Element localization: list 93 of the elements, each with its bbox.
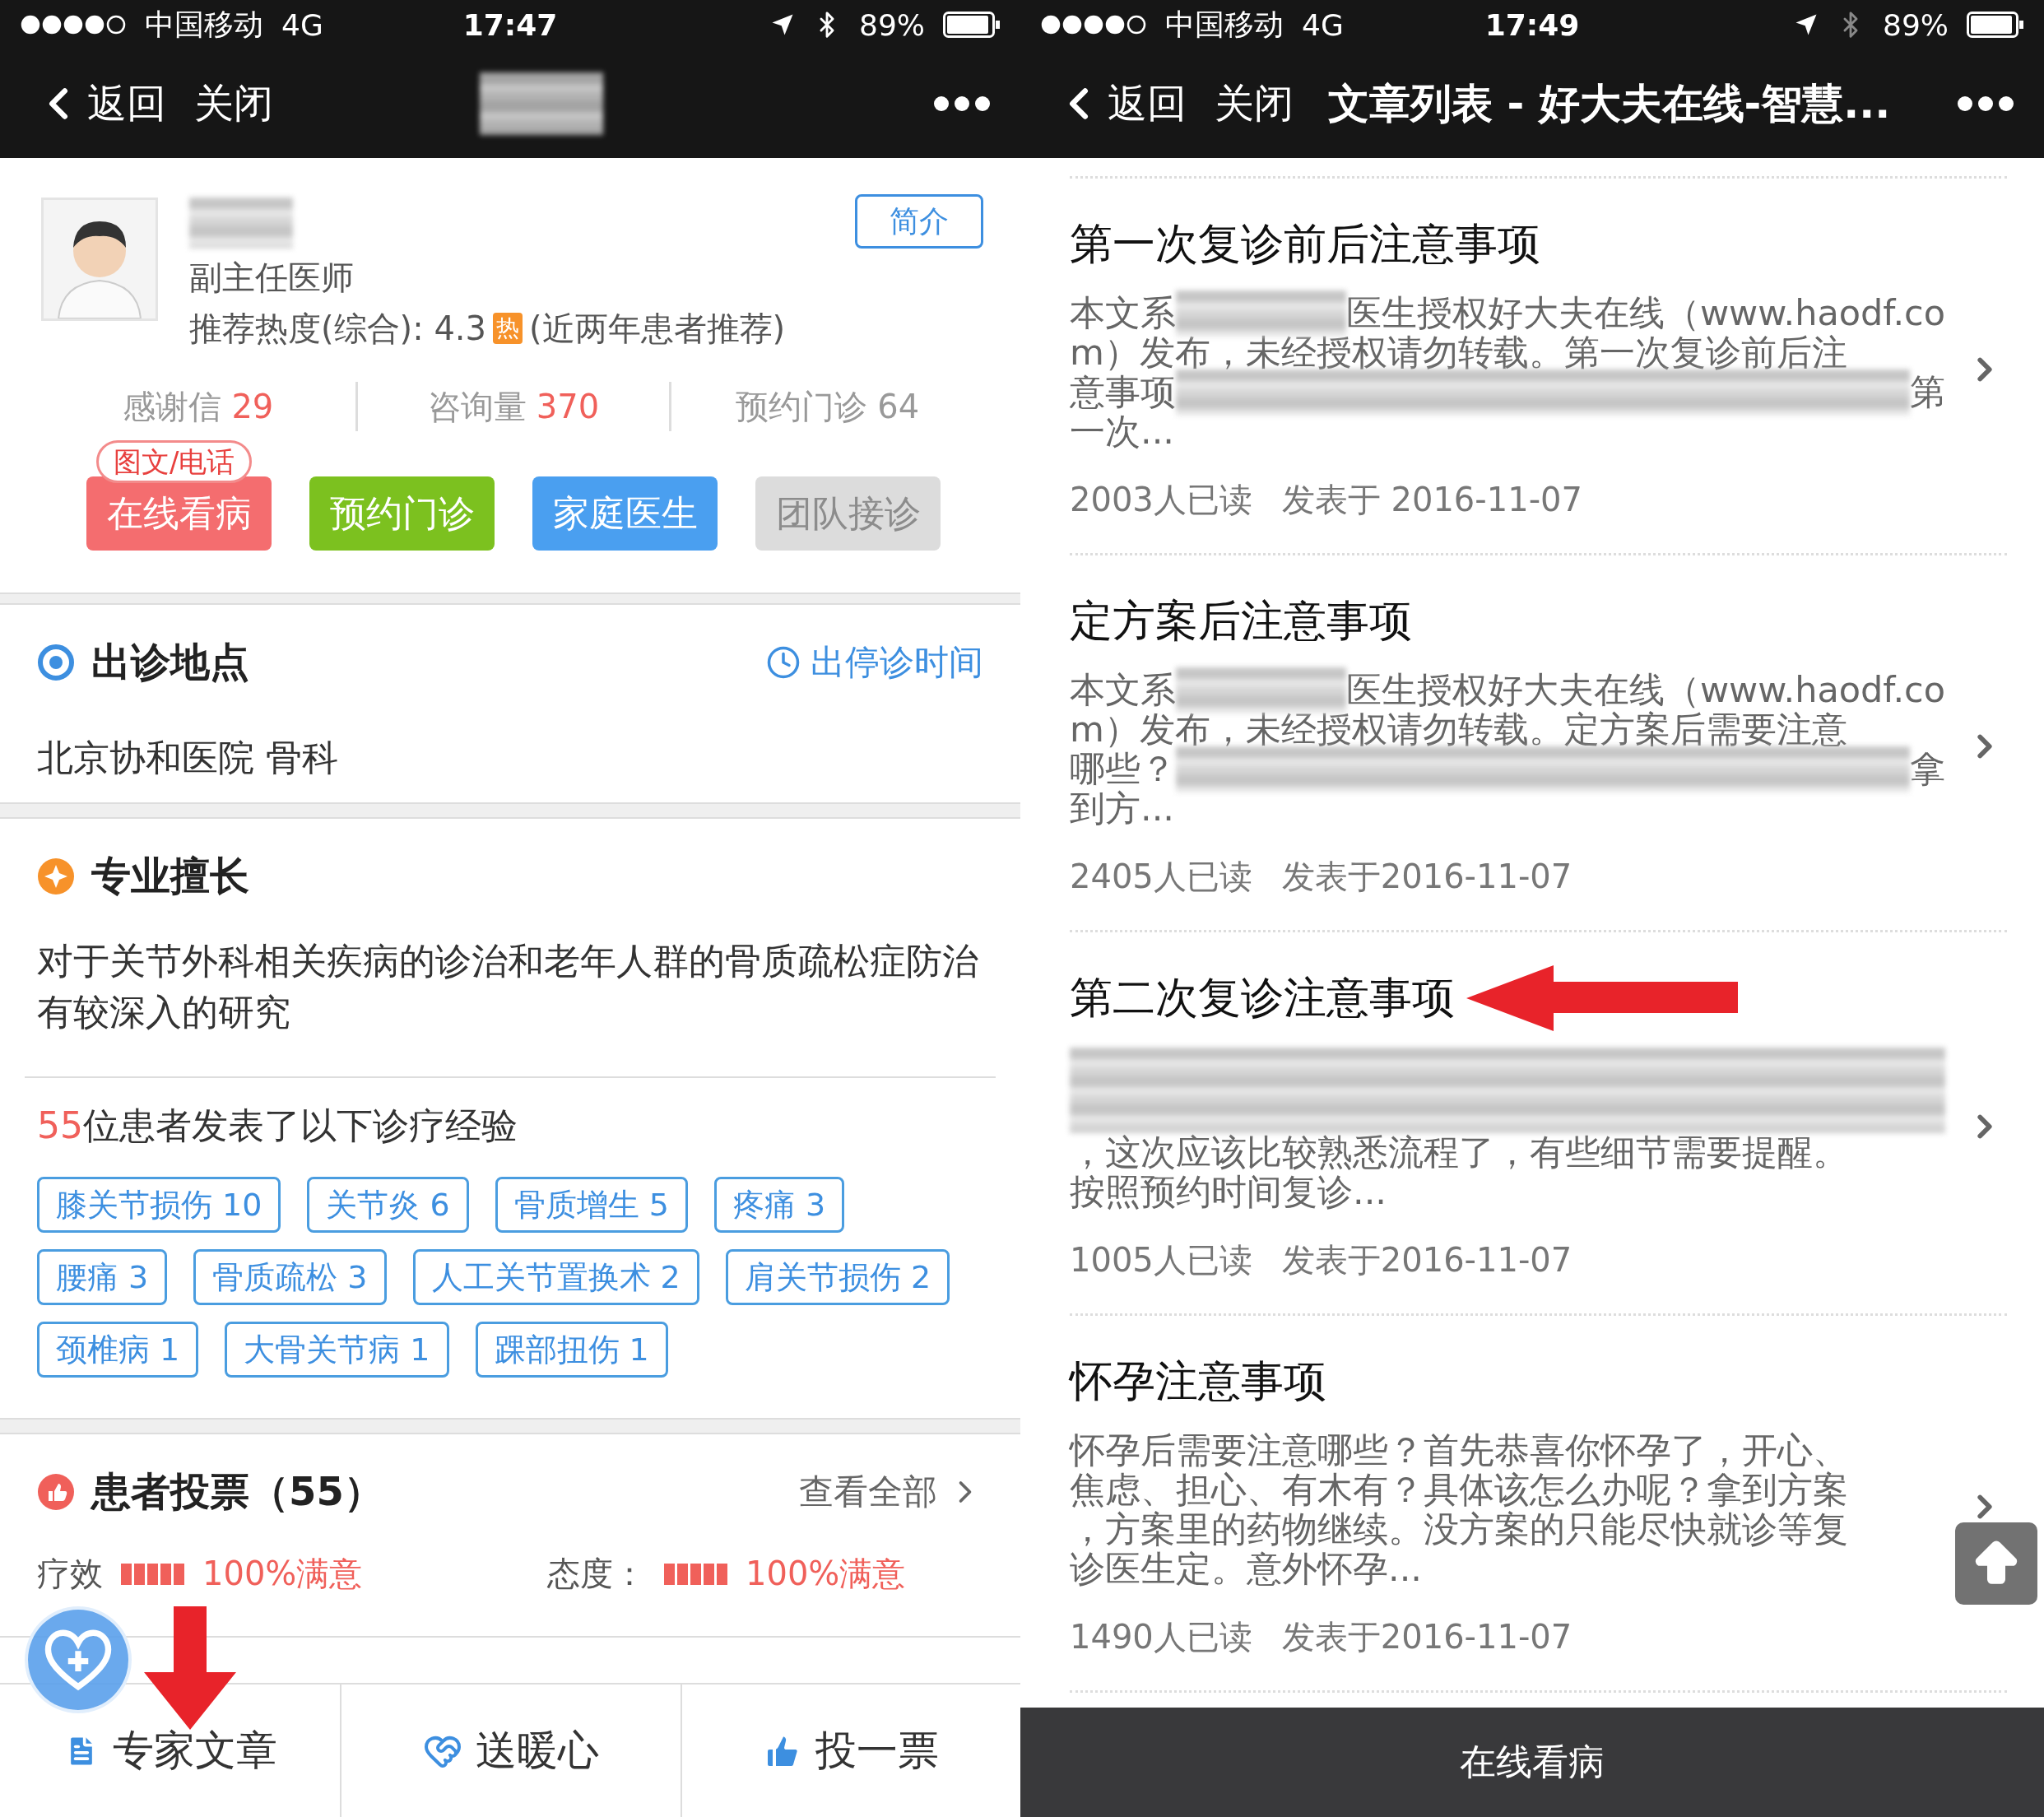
article-item[interactable]: 第一次复诊前后注意事项 本文系 医生授权好大夫在线（www.haodf.co m）发布，未经授权请勿转载。第一次复诊前后注 意事项 第 一次... 2003人已读 发表于 2016-11-07 [1070, 176, 2007, 555]
bottom-tab[interactable]: 投一票 [758, 1722, 945, 1779]
article-title: 第一次复诊前后注意事项 [1070, 218, 1540, 270]
section-heading: 专业擅长 [91, 852, 249, 900]
stat-count: 预约门诊 64 [736, 386, 920, 427]
rating-block [717, 1563, 727, 1585]
rating-value: 100%满意 [202, 1554, 363, 1594]
page-title: 文章列表 - 好大夫在线-智慧... [1328, 78, 1892, 129]
publish-date: 发表于 2016-11-07 [1281, 480, 1582, 520]
view-all-link[interactable]: 查看全部 [799, 1469, 983, 1515]
article-excerpt: 拿 [1910, 747, 1945, 791]
service-button[interactable]: 预约门诊 [309, 476, 495, 551]
stat-count: 感谢信 29 [123, 386, 274, 427]
more-icon[interactable] [1957, 95, 2014, 112]
bottom-tab[interactable]: 送暖心 [418, 1722, 604, 1779]
condition-tag[interactable]: 腰痛 3 [37, 1249, 168, 1305]
rating-label: 态度： [547, 1554, 646, 1594]
intro-button[interactable]: 简介 [855, 194, 983, 249]
signal-icon [20, 14, 127, 35]
rating-block [174, 1563, 184, 1585]
condition-tag[interactable]: 肩关节损伤 2 [725, 1249, 950, 1305]
doctor-title: 副主任医师 [189, 258, 355, 298]
rating-value: 100%满意 [746, 1554, 906, 1594]
publish-date: 发表于2016-11-07 [1281, 1617, 1572, 1657]
rating-block [121, 1563, 132, 1585]
online-consult-bar[interactable]: 在线看病 [1020, 1708, 2044, 1817]
close-button[interactable]: 关闭 [1215, 77, 1294, 130]
condition-tag[interactable]: 骨质疏松 3 [193, 1249, 387, 1305]
condition-tag[interactable]: 大骨关节病 1 [225, 1322, 449, 1378]
read-count: 1490人已读 [1070, 1617, 1252, 1657]
read-count: 2003人已读 [1070, 480, 1252, 520]
battery-percent: 89% [1883, 7, 1949, 42]
section-heading: 患者投票（55） [91, 1467, 383, 1516]
carrier-name: 中国移动 [1165, 6, 1284, 43]
more-icon[interactable] [933, 95, 991, 112]
rating-block [147, 1563, 158, 1585]
close-button[interactable]: 关闭 [194, 77, 273, 130]
status-time: 17:49 [1484, 7, 1580, 42]
article-title: 第二次复诊注意事项 [1070, 972, 1455, 1024]
vote-icon [37, 1473, 75, 1511]
battery-icon [1967, 12, 2024, 38]
carrier-name: 中国移动 [145, 6, 263, 43]
network-type: 4G [1302, 7, 1344, 42]
bottom-tab[interactable]: 专家文章 [58, 1722, 282, 1779]
battery-icon [943, 12, 1001, 38]
recommend-score: 推荐热度(综合): 4.3 [189, 309, 486, 349]
rating-label: 疗效 [37, 1554, 103, 1594]
section-heading: 出诊地点 [91, 638, 249, 686]
expertise-text: 对于关节外科相关疾病的诊治和老年人群的骨质疏松症防治有较深入的研究 [37, 939, 979, 1034]
article-item[interactable]: 定方案后注意事项 本文系 医生授权好大夫在线（www.haodf.co m）发布，未经授权请勿转载。定方案后需要注意 哪些？ 拿 到方... 2405人已读 发表于2016-11-07 [1070, 555, 2007, 932]
article-item[interactable]: 第二次复诊注意事项 ，这次应该比较熟悉流程了，有些细节需要提醒。 按照预约时间复诊... 1005人已读 发表于2016-11-07 [1070, 932, 2007, 1316]
battery-percent: 89% [859, 7, 925, 42]
read-count: 1005人已读 [1070, 1240, 1252, 1280]
experience-heading: 55位患者发表了以下诊疗经验 [37, 1104, 518, 1148]
expertise-icon [37, 857, 75, 895]
signal-icon [1040, 14, 1147, 35]
condition-tag[interactable]: 骨质增生 5 [495, 1177, 688, 1233]
publish-date: 发表于2016-11-07 [1281, 1240, 1572, 1280]
recommend-note: (近两年患者推荐) [529, 309, 786, 349]
stat-count: 咨询量 370 [427, 386, 600, 427]
service-button[interactable]: 在线看病 [86, 476, 272, 551]
condition-tag[interactable]: 人工关节置换术 2 [412, 1249, 699, 1305]
rating-block [690, 1563, 701, 1585]
hospital-address: 北京协和医院 骨科 [37, 736, 339, 780]
rating-block [664, 1563, 675, 1585]
publish-date: 发表于2016-11-07 [1281, 857, 1572, 897]
network-type: 4G [281, 7, 323, 42]
status-time: 17:47 [462, 7, 558, 42]
service-tag: 图文/电话 [96, 440, 253, 483]
condition-tag[interactable]: 颈椎病 1 [37, 1322, 199, 1378]
article-excerpt: 第 [1910, 370, 1945, 414]
rating-block [677, 1563, 688, 1585]
article-title: 怀孕注意事项 [1070, 1355, 1326, 1407]
condition-tag[interactable]: 疼痛 3 [713, 1177, 845, 1233]
service-button[interactable]: 家庭医生 [532, 476, 718, 551]
clock-icon [766, 645, 801, 680]
rating-block [134, 1563, 145, 1585]
scroll-top-button[interactable] [1955, 1522, 2037, 1605]
location-icon [770, 12, 795, 37]
back-button[interactable]: 返回 [1053, 77, 1187, 130]
article-title: 定方案后注意事项 [1070, 595, 1412, 647]
condition-tag[interactable]: 关节炎 6 [307, 1177, 469, 1233]
location-icon [1794, 12, 1819, 37]
hot-badge: 热 [493, 313, 523, 344]
back-button[interactable]: 返回 [33, 77, 166, 130]
read-count: 2405人已读 [1070, 857, 1252, 897]
schedule-link[interactable]: 出停诊时间 [766, 639, 983, 685]
rating-block [704, 1563, 714, 1585]
rating-block [160, 1563, 171, 1585]
condition-tag[interactable]: 踝部扭伤 1 [475, 1322, 668, 1378]
condition-tag[interactable]: 膝关节损伤 10 [37, 1177, 281, 1233]
location-target-icon [37, 644, 75, 681]
article-excerpt: 医生授权好大夫在线（www.haodf.co [1345, 668, 1945, 711]
